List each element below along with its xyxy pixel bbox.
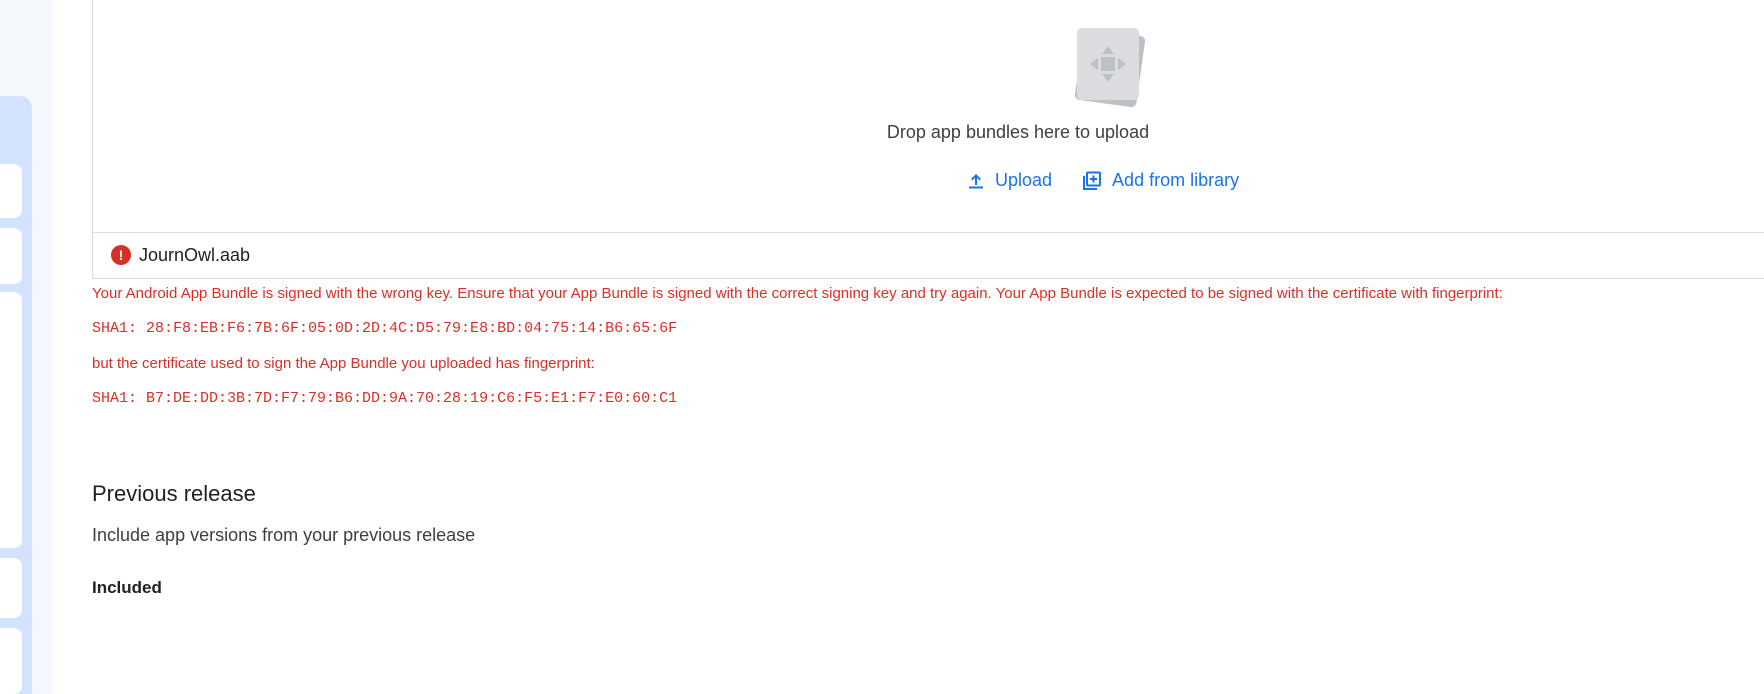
- rail-panel: [0, 96, 32, 694]
- upload-button[interactable]: Upload: [967, 170, 1052, 191]
- rail-item[interactable]: [0, 164, 22, 218]
- rail-item[interactable]: [0, 292, 22, 548]
- rail-item[interactable]: [0, 628, 22, 694]
- uploaded-file-row: ! JournOwl.aab: [92, 232, 1764, 279]
- upload-label: Upload: [995, 170, 1053, 190]
- library-add-icon: [1082, 171, 1102, 191]
- file-name: JournOwl.aab: [139, 244, 251, 265]
- included-status[interactable]: Included: [92, 578, 162, 598]
- upload-icon: [967, 172, 985, 190]
- rail-item[interactable]: [0, 228, 22, 284]
- previous-release-description: Include app versions from your previous …: [92, 525, 476, 545]
- app-bundle-icon: [1071, 24, 1151, 112]
- rail-item[interactable]: [0, 558, 22, 618]
- add-from-library-button[interactable]: Add from library: [1082, 170, 1239, 191]
- upload-actions: Upload Add from library: [967, 170, 1239, 191]
- error-message: Your Android App Bundle is signed with t…: [92, 285, 1503, 302]
- previous-release-title: Previous release: [92, 481, 256, 506]
- error-icon: !: [111, 245, 131, 265]
- drop-hint: Drop app bundles here to upload: [886, 122, 1150, 142]
- expected-fingerprint: SHA1: 28:F8:EB:F6:7B:6F:05:0D:2D:4C:D5:7…: [92, 320, 678, 337]
- library-label: Add from library: [1112, 170, 1240, 190]
- upload-dropzone[interactable]: Drop app bundles here to upload Upload A: [92, 0, 1764, 233]
- left-rail: [0, 0, 52, 694]
- uploaded-fingerprint-intro: but the certificate used to sign the App…: [92, 355, 595, 372]
- uploaded-fingerprint: SHA1: B7:DE:DD:3B:7D:F7:79:B6:DD:9A:70:2…: [92, 390, 678, 407]
